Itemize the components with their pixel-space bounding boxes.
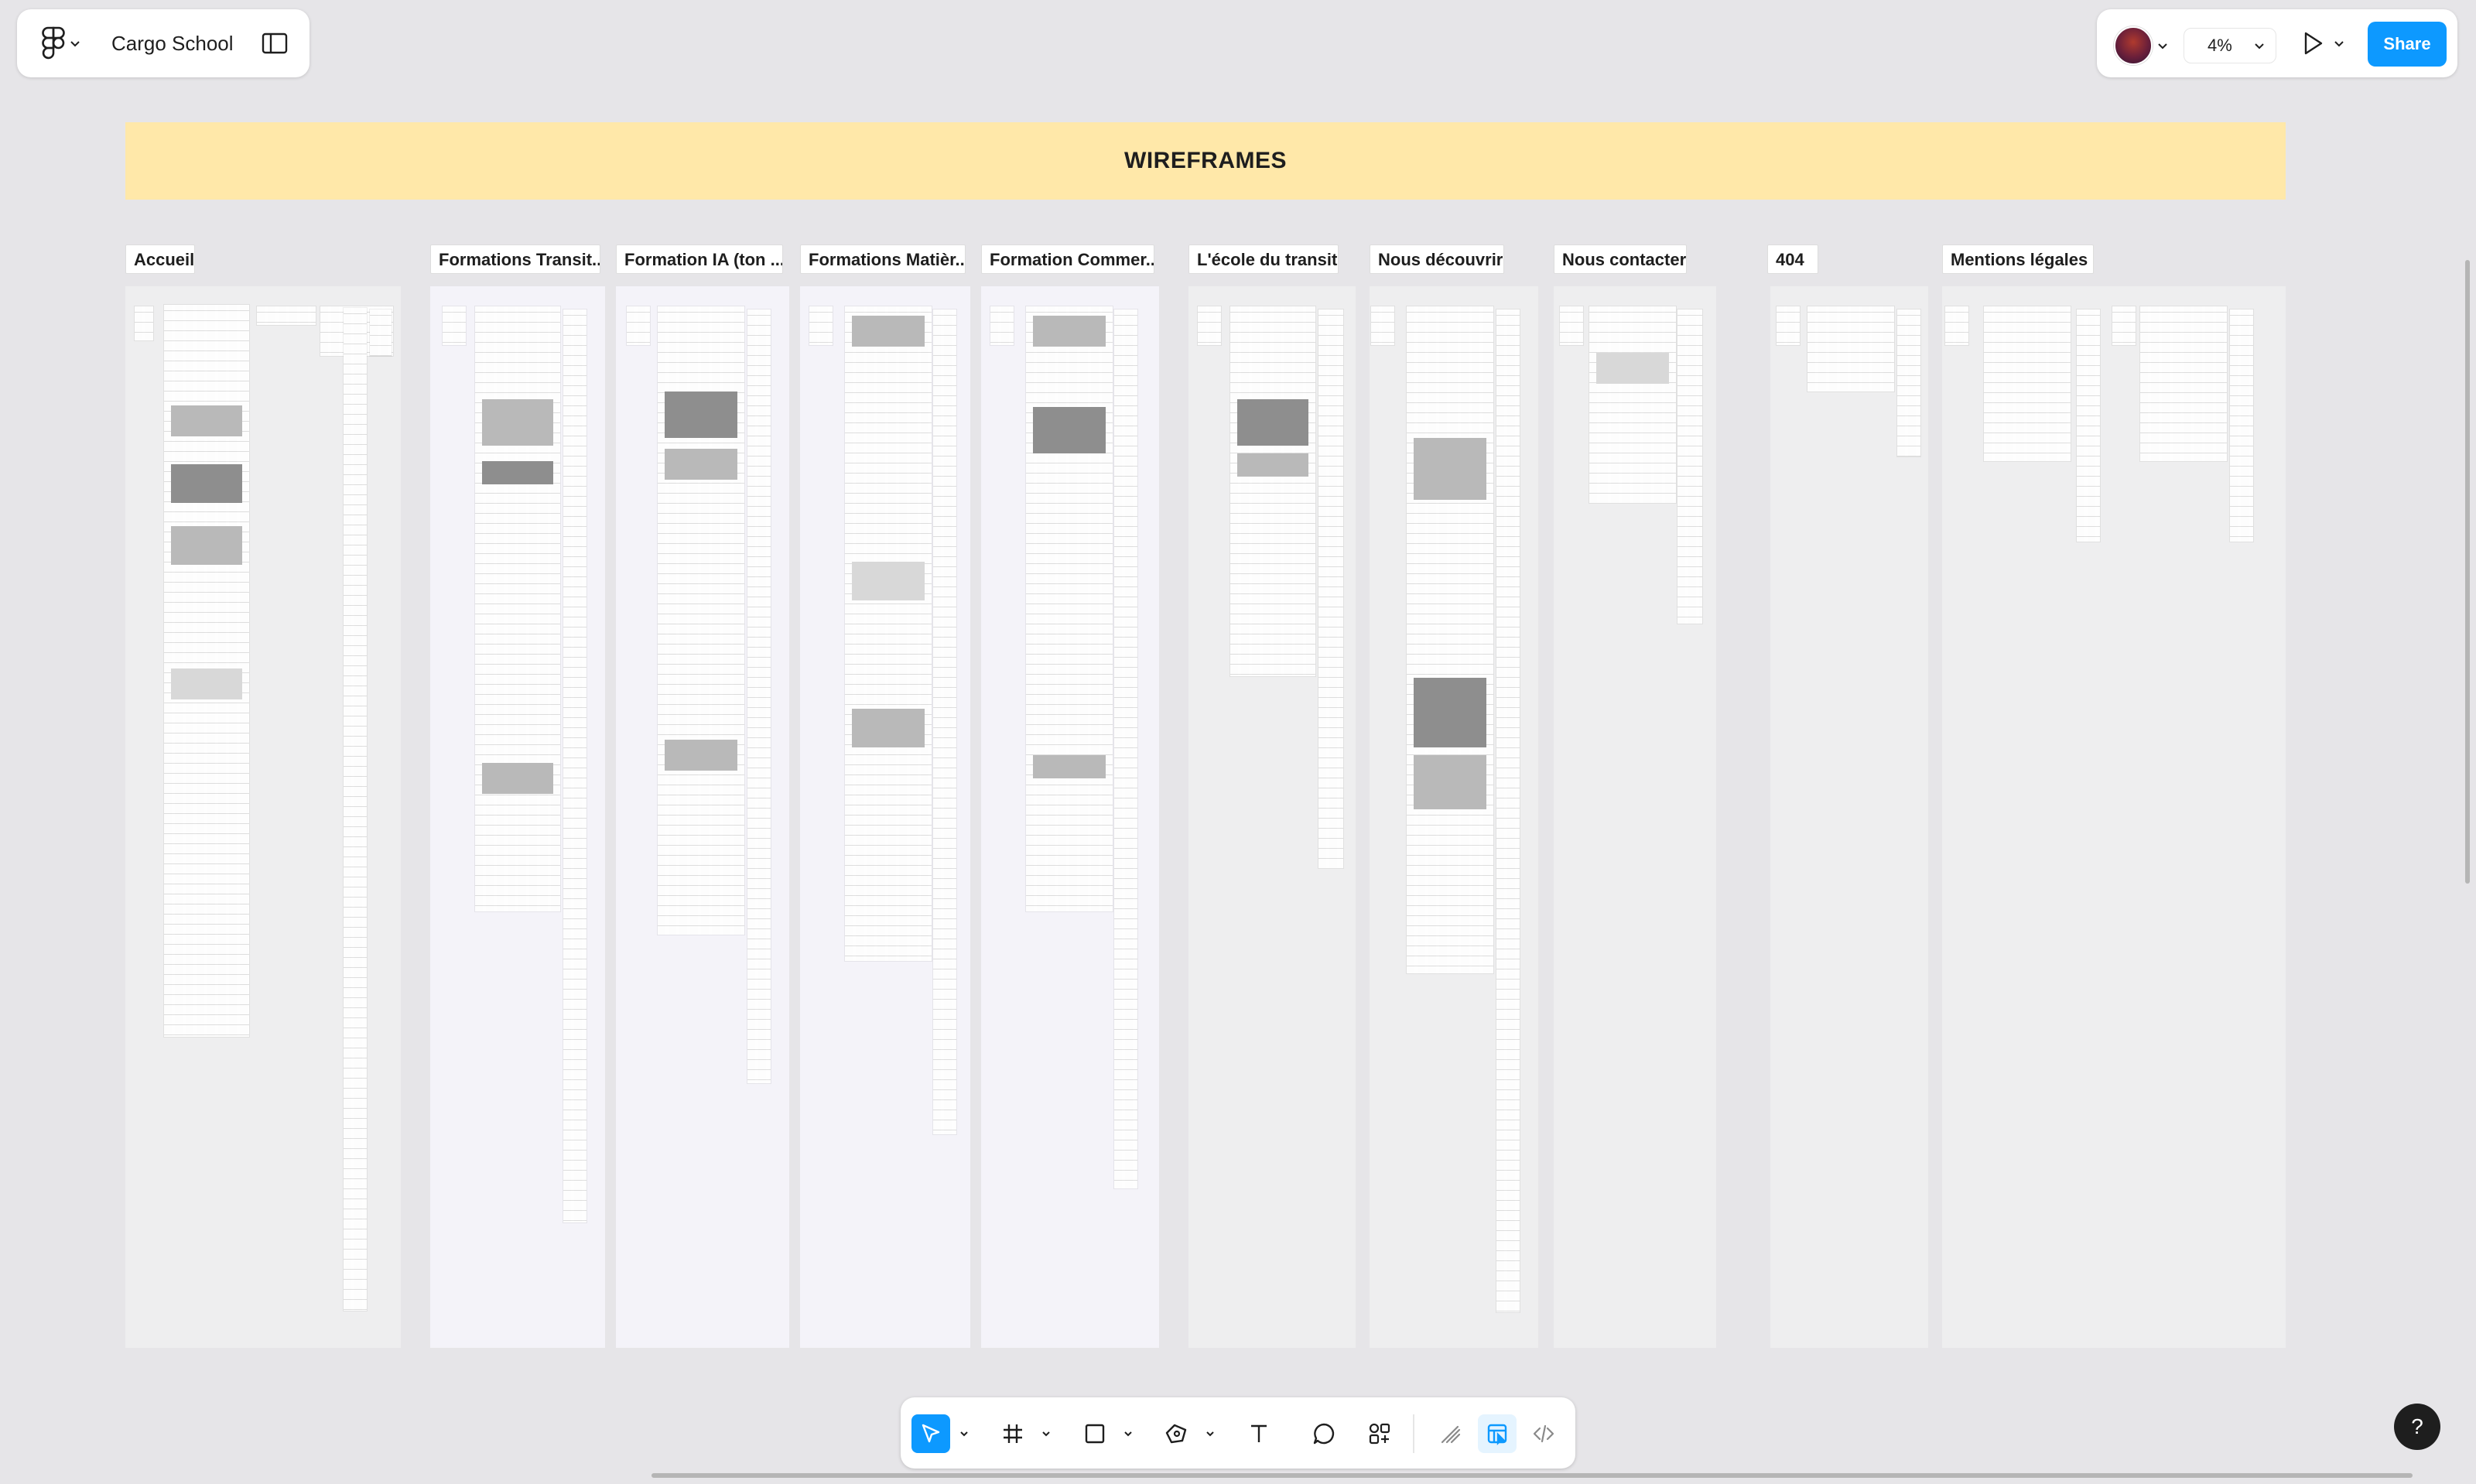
rectangle-icon xyxy=(1085,1424,1105,1444)
wireframe-frame[interactable] xyxy=(1114,309,1137,1188)
avatar xyxy=(2114,26,2153,65)
figma-logo-icon xyxy=(42,26,65,60)
wireframe-frame[interactable] xyxy=(1807,306,1894,392)
section-label-formations-matieres[interactable]: Formations Matièr... xyxy=(800,244,966,274)
wireframe-frame[interactable] xyxy=(1496,309,1520,1312)
wireframe-frame[interactable] xyxy=(1945,306,1968,345)
section-label-404[interactable]: 404 xyxy=(1767,244,1818,274)
wireframe-frame[interactable] xyxy=(1897,309,1920,456)
wireframe-frame[interactable] xyxy=(344,308,367,1311)
bottom-toolbar xyxy=(901,1397,1575,1469)
text-icon xyxy=(1251,1424,1267,1442)
user-menu[interactable] xyxy=(2114,26,2168,65)
vertical-scrollbar[interactable] xyxy=(2465,260,2470,884)
banner-title: WIREFRAMES xyxy=(1124,148,1287,173)
wireframe-frame[interactable] xyxy=(1026,306,1113,911)
wireframe-frame[interactable] xyxy=(1677,309,1702,624)
wireframe-frame[interactable] xyxy=(1560,306,1583,345)
wireframe-frame[interactable] xyxy=(1407,306,1493,973)
wireframe-frame[interactable] xyxy=(164,305,249,1037)
horizontal-scrollbar[interactable] xyxy=(651,1473,2413,1478)
wireframe-frame[interactable] xyxy=(135,306,153,340)
pen-tool-button[interactable] xyxy=(1158,1414,1196,1453)
design-mode-icon xyxy=(1487,1424,1507,1445)
wireframe-frame[interactable] xyxy=(2230,309,2253,542)
dev-mode-button[interactable] xyxy=(1524,1414,1563,1453)
section-label-accueil[interactable]: Accueil xyxy=(125,244,195,274)
draw-mode-button[interactable] xyxy=(1431,1414,1470,1453)
zoom-select[interactable]: 4% xyxy=(2184,28,2276,63)
apps-icon xyxy=(1369,1423,1390,1445)
wireframes-banner[interactable]: WIREFRAMES xyxy=(125,122,2286,200)
wireframe-frame[interactable] xyxy=(658,306,744,935)
wireframe-frame[interactable] xyxy=(443,306,466,345)
wireframe-frame[interactable] xyxy=(933,309,956,1134)
wireframe-frame[interactable] xyxy=(747,309,771,1083)
file-name[interactable]: Cargo School xyxy=(111,32,234,56)
header-actions-panel: 4% Share xyxy=(2097,9,2457,77)
wireframe-frame[interactable] xyxy=(370,309,392,356)
wireframe-frame[interactable] xyxy=(1230,306,1315,676)
chevron-down-icon[interactable] xyxy=(1123,1430,1133,1438)
chevron-down-icon[interactable] xyxy=(1206,1430,1215,1438)
design-mode-button[interactable] xyxy=(1478,1414,1517,1453)
section-label-nous-contacter[interactable]: Nous contacter xyxy=(1554,244,1687,274)
chevron-down-icon xyxy=(2334,41,2344,47)
chevron-down-icon xyxy=(2255,43,2264,50)
chevron-down-icon xyxy=(2158,43,2167,50)
play-icon xyxy=(2304,32,2323,55)
chevron-down-icon xyxy=(70,41,80,47)
draw-icon xyxy=(1441,1425,1461,1444)
pen-icon xyxy=(1165,1424,1187,1444)
main-menu-button[interactable] xyxy=(42,26,80,60)
help-button[interactable]: ? xyxy=(2394,1404,2440,1450)
text-tool-button[interactable] xyxy=(1240,1414,1278,1453)
shape-tool-button[interactable] xyxy=(1076,1414,1114,1453)
sidebar-toggle-icon[interactable] xyxy=(262,32,288,55)
wireframe-frame[interactable] xyxy=(1589,306,1676,503)
actions-tool-button[interactable] xyxy=(1360,1414,1399,1453)
present-button[interactable] xyxy=(2301,31,2344,56)
comment-icon xyxy=(1313,1423,1335,1445)
wireframe-frame[interactable] xyxy=(563,309,587,1222)
section-label-ecole-du-transit[interactable]: L'école du transit xyxy=(1188,244,1339,274)
chevron-down-icon[interactable] xyxy=(959,1430,969,1438)
section-label-mentions-legales[interactable]: Mentions légales xyxy=(1942,244,2094,274)
wireframe-frame[interactable] xyxy=(845,306,932,961)
chevron-down-icon[interactable] xyxy=(1041,1430,1051,1438)
wireframe-frame[interactable] xyxy=(475,306,560,911)
code-icon xyxy=(1533,1424,1554,1443)
wireframe-frame[interactable] xyxy=(627,306,650,345)
wireframe-frame[interactable] xyxy=(2077,309,2100,542)
zoom-value: 4% xyxy=(2208,36,2232,55)
comment-tool-button[interactable] xyxy=(1305,1414,1343,1453)
wireframe-frame[interactable] xyxy=(2112,306,2136,345)
section-label-formation-ia[interactable]: Formation IA (ton ... xyxy=(616,244,783,274)
wireframe-frame[interactable] xyxy=(1984,306,2071,461)
wireframe-frame[interactable] xyxy=(1371,306,1394,345)
move-tool-button[interactable] xyxy=(911,1414,950,1453)
wireframe-frame[interactable] xyxy=(257,306,316,325)
wireframe-frame[interactable] xyxy=(1198,306,1221,345)
share-button[interactable]: Share xyxy=(2368,22,2447,67)
frame-icon xyxy=(1004,1424,1022,1443)
figma-canvas[interactable]: Cargo School 4% Share WIREFRAMES Accueil… xyxy=(0,0,2476,1484)
frame-tool-button[interactable] xyxy=(993,1414,1032,1453)
section-label-nous-decouvrir[interactable]: Nous découvrir xyxy=(1370,244,1504,274)
wireframe-frame[interactable] xyxy=(2140,306,2227,461)
wireframe-frame[interactable] xyxy=(1777,306,1800,345)
wireframe-frame[interactable] xyxy=(809,306,833,345)
section-label-formations-transit[interactable]: Formations Transit... xyxy=(430,244,600,274)
wireframe-frame[interactable] xyxy=(1318,309,1343,868)
toolbar-divider xyxy=(1413,1414,1414,1453)
section-label-formation-commerce[interactable]: Formation Commer... xyxy=(981,244,1154,274)
wireframe-frame[interactable] xyxy=(990,306,1014,345)
file-panel: Cargo School xyxy=(17,9,310,77)
cursor-icon xyxy=(922,1424,940,1443)
